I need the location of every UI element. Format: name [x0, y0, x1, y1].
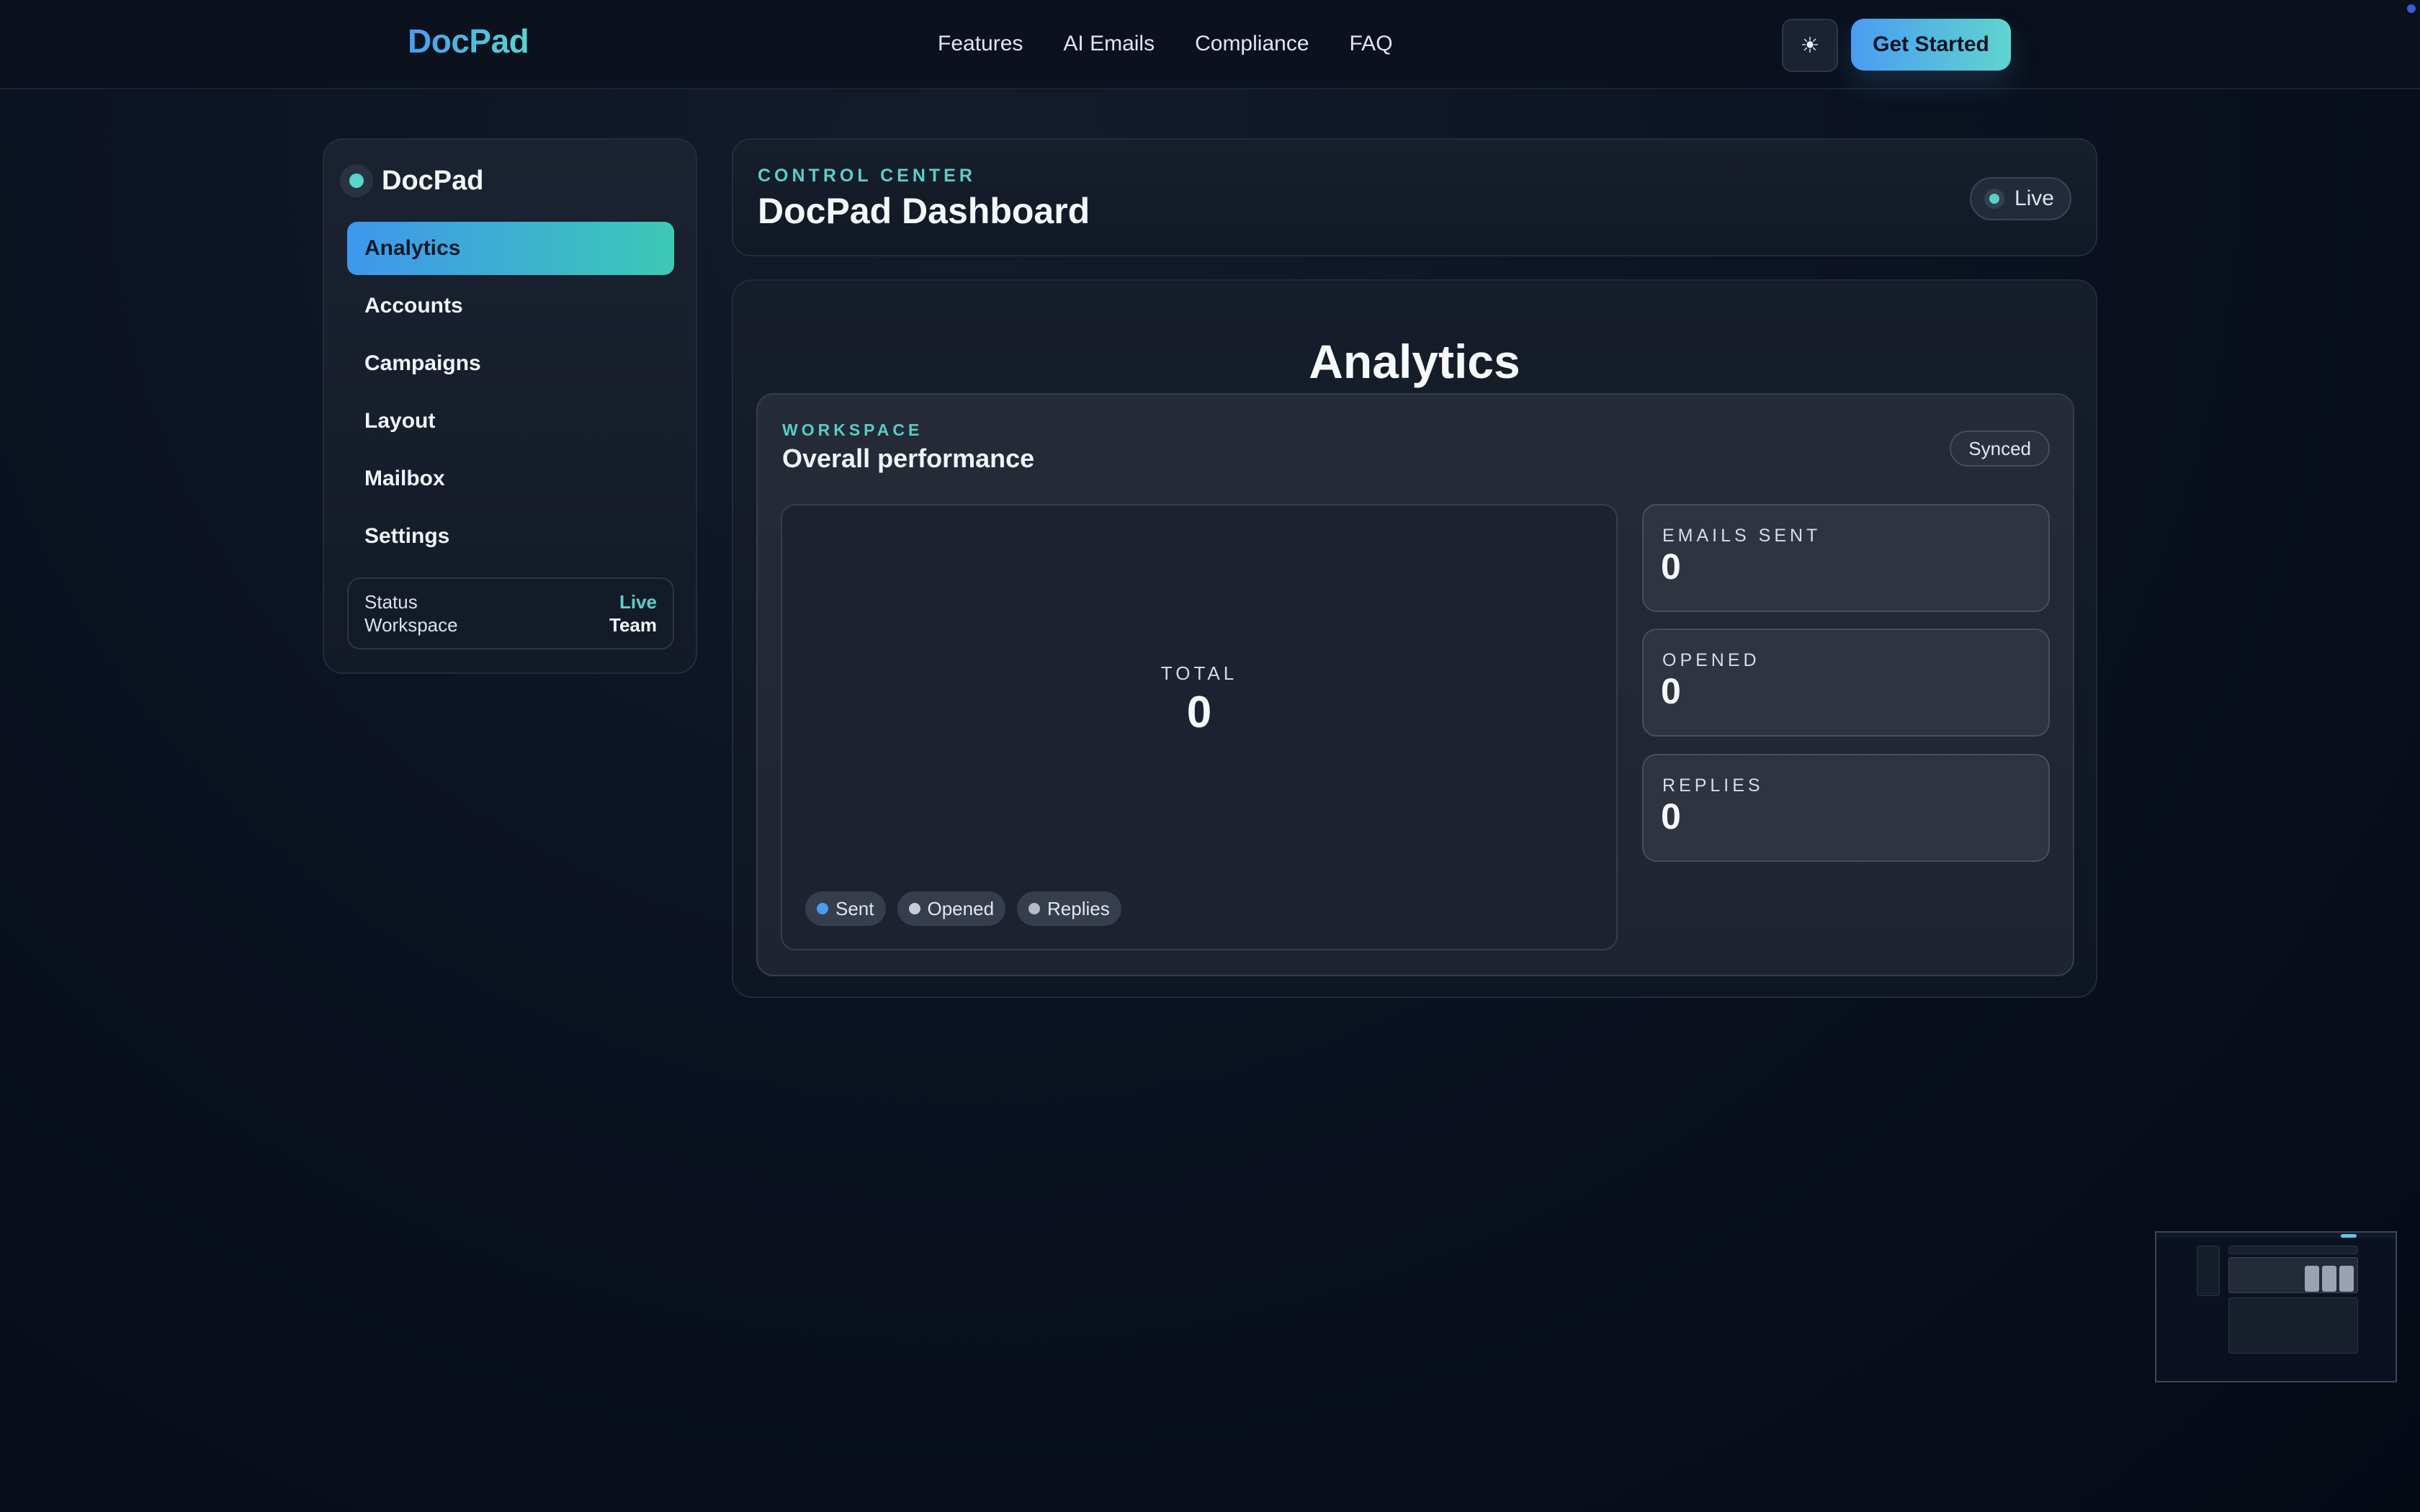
legend-item-replies[interactable]: Replies: [1017, 891, 1121, 926]
nav-link-features[interactable]: Features: [938, 32, 1023, 56]
workspace-row: Workspace Team: [364, 613, 657, 636]
stat-card-emails-sent: EMAILS SENT 0: [1642, 504, 2050, 612]
page-title: DocPad Dashboard: [758, 191, 1090, 231]
stat-card-opened: OPENED 0: [1642, 629, 2050, 737]
live-status-badge: Live: [1969, 177, 2071, 220]
sidebar-item-settings[interactable]: Settings: [347, 510, 674, 563]
total-label: TOTAL: [1160, 662, 1238, 684]
minimap-topbar: [2156, 1233, 2396, 1238]
brand-dot-icon: [340, 164, 373, 197]
live-badge-label: Live: [2014, 186, 2054, 210]
analytics-title: Analytics: [1309, 335, 1520, 388]
nav-link-faq[interactable]: FAQ: [1350, 32, 1393, 56]
stat-card-replies: REPLIES 0: [1642, 754, 2050, 862]
live-dot-icon: [1984, 189, 2004, 209]
workspace-eyebrow: WORKSPACE: [782, 420, 923, 439]
workspace-value: Team: [609, 614, 657, 636]
header-eyebrow: CONTROL CENTER: [758, 166, 976, 186]
legend-label: Opened: [927, 897, 995, 919]
sun-icon: ☀: [1800, 33, 1820, 58]
status-value: Live: [619, 591, 657, 613]
minimap-lower: [2228, 1297, 2358, 1354]
legend-dot-icon: [1028, 903, 1041, 914]
legend-dot-icon: [908, 903, 920, 914]
status-label: Status: [364, 591, 418, 613]
chart-legend: Sent Opened Replies: [805, 891, 1121, 926]
legend-dot-icon: [817, 903, 828, 914]
sidebar-item-layout[interactable]: Layout: [347, 395, 674, 448]
nav-links: Features AI Emails Compliance FAQ: [938, 32, 1393, 56]
get-started-button[interactable]: Get Started: [1851, 19, 2011, 71]
page-minimap[interactable]: [2155, 1231, 2397, 1382]
top-navbar: DocPad Features AI Emails Compliance FAQ…: [0, 0, 2420, 89]
legend-item-opened[interactable]: Opened: [897, 891, 1006, 926]
stat-label: OPENED: [1662, 650, 1760, 670]
stat-value: 0: [1661, 796, 1681, 837]
workspace-status-box: Status Live Workspace Team: [347, 577, 674, 649]
stat-value: 0: [1661, 671, 1681, 711]
status-row: Status Live: [364, 590, 657, 613]
minimap-sidebar: [2197, 1246, 2220, 1296]
theme-toggle-button[interactable]: ☀: [1782, 19, 1838, 72]
legend-label: Replies: [1047, 897, 1110, 919]
performance-chart: TOTAL 0 Sent Opened Replies: [781, 504, 1618, 950]
sidebar-item-campaigns[interactable]: Campaigns: [347, 337, 674, 390]
sidebar-menu: Analytics Accounts Campaigns Layout Mail…: [347, 222, 674, 567]
stat-value: 0: [1661, 546, 1681, 587]
corner-indicator-dot: [2407, 4, 2416, 13]
sidebar-item-analytics[interactable]: Analytics: [347, 222, 674, 275]
minimap-header: [2228, 1246, 2358, 1254]
minimap-main: [2228, 1257, 2358, 1293]
workspace-label: Workspace: [364, 614, 458, 636]
legend-label: Sent: [835, 897, 874, 919]
minimap-card-1: [2305, 1266, 2319, 1292]
nav-link-ai-emails[interactable]: AI Emails: [1063, 32, 1155, 56]
minimap-card-3: [2339, 1266, 2354, 1292]
minimap-card-2: [2322, 1266, 2336, 1292]
minimap-cta: [2341, 1234, 2357, 1238]
workspace-performance-card: WORKSPACE Overall performance Synced TOT…: [756, 393, 2074, 976]
sidebar-item-accounts[interactable]: Accounts: [347, 279, 674, 333]
brand-logo[interactable]: DocPad: [408, 22, 529, 60]
sidebar-brand-name: DocPad: [382, 165, 484, 196]
analytics-panel: Analytics WORKSPACE Overall performance …: [732, 279, 2097, 998]
workspace-title: Overall performance: [782, 444, 1035, 473]
dashboard-header: CONTROL CENTER DocPad Dashboard Live: [732, 138, 2097, 256]
total-value: 0: [1186, 688, 1212, 737]
stat-label: REPLIES: [1662, 775, 1764, 796]
sidebar-item-mailbox[interactable]: Mailbox: [347, 452, 674, 505]
sidebar-brand: DocPad: [340, 164, 483, 197]
stat-label: EMAILS SENT: [1662, 526, 1821, 546]
sidebar: DocPad Analytics Accounts Campaigns Layo…: [323, 138, 697, 674]
legend-item-sent[interactable]: Sent: [805, 891, 886, 926]
nav-link-compliance[interactable]: Compliance: [1195, 32, 1309, 56]
synced-badge: Synced: [1950, 431, 2050, 467]
